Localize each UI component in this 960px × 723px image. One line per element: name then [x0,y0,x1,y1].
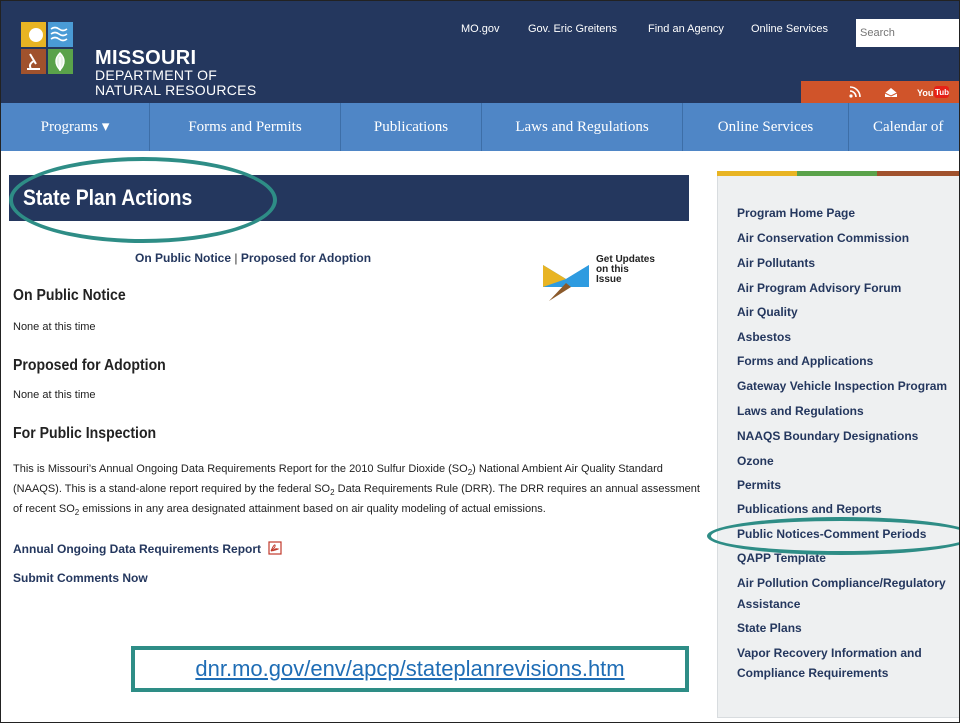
governor-link[interactable]: Gov. Eric Greitens [528,23,617,35]
pdf-icon[interactable] [268,541,282,555]
site-header: MISSOURI DEPARTMENT OF NATURAL RESOURCES… [1,1,959,103]
section-heading-on-public-notice: On Public Notice [13,287,126,304]
email-icon[interactable] [873,81,909,103]
sun-logo-tile-icon [21,22,46,47]
rss-icon[interactable] [837,81,873,103]
sidebar-item-laws-and-regulations[interactable]: Laws and Regulations [737,403,864,419]
sidebar-item-compliance-assistance-line1[interactable]: Air Pollution Compliance/Regulatory [737,575,946,591]
sidebar-item-publications-and-reports[interactable]: Publications and Reports [737,501,882,517]
search-input[interactable] [856,19,959,47]
org-name: MISSOURI DEPARTMENT OF NATURAL RESOURCES [95,47,257,98]
svg-text:You: You [917,88,933,98]
svg-text:Tube: Tube [935,88,949,97]
sidebar-item-vapor-recovery-line2[interactable]: Compliance Requirements [737,665,888,681]
org-name-line1: MISSOURI [95,47,197,69]
public-notices-highlight-oval [707,517,959,555]
nav-calendar[interactable]: Calendar of [849,103,959,151]
sidebar-item-permits[interactable]: Permits [737,477,781,493]
submit-comments-link[interactable]: Submit Comments Now [13,571,148,585]
main-navigation: Programs ▾ Forms and Permits Publication… [1,103,959,151]
section-heading-for-public-inspection: For Public Inspection [13,425,157,442]
org-name-line3: NATURAL RESOURCES [95,82,257,98]
mo-gov-link[interactable]: MO.gov [461,23,500,35]
public-inspection-paragraph: This is Missouri’s Annual Ongoing Data R… [13,461,703,522]
annual-report-link-label[interactable]: Annual Ongoing Data Requirements Report [13,542,261,556]
sidebar-item-air-quality[interactable]: Air Quality [737,304,798,320]
annual-report-link[interactable]: Annual Ongoing Data Requirements Report [13,541,282,556]
sidebar-item-program-home[interactable]: Program Home Page [737,205,855,221]
nav-publications[interactable]: Publications [341,103,482,151]
youtube-icon[interactable]: YouTube [911,81,955,103]
sidebar-item-gateway-vehicle-inspection[interactable]: Gateway Vehicle Inspection Program [737,378,947,394]
sidebar-color-stripe [717,171,959,176]
microscope-logo-tile-icon [21,49,46,74]
link-separator: | [234,251,238,265]
para-part-a: This is Missouri’s Annual Ongoing Data R… [13,463,468,475]
find-agency-link[interactable]: Find an Agency [648,23,724,35]
browser-page: MISSOURI DEPARTMENT OF NATURAL RESOURCES… [0,0,960,723]
nav-forms-and-permits[interactable]: Forms and Permits [150,103,341,151]
sidebar-item-air-program-advisory-forum[interactable]: Air Program Advisory Forum [737,280,901,296]
online-services-top-link[interactable]: Online Services [751,23,828,35]
sidebar-item-asbestos[interactable]: Asbestos [737,329,791,345]
water-logo-tile-icon [48,22,73,47]
sidebar-item-state-plans[interactable]: State Plans [737,620,802,636]
sidebar-item-air-pollutants[interactable]: Air Pollutants [737,255,815,271]
sidebar-item-naaqs-boundary-designations[interactable]: NAAQS Boundary Designations [737,428,918,444]
on-public-notice-link[interactable]: On Public Notice [135,251,231,265]
proposed-for-adoption-text: None at this time [13,389,96,401]
title-highlight-oval [9,157,277,243]
sidebar-item-ozone[interactable]: Ozone [737,453,774,469]
leaf-logo-tile-icon [48,49,73,74]
section-heading-proposed-for-adoption: Proposed for Adoption [13,357,166,374]
sidebar-item-compliance-assistance-line2[interactable]: Assistance [737,596,800,612]
sidebar-item-forms-and-applications[interactable]: Forms and Applications [737,353,873,369]
sidebar-item-vapor-recovery-line1[interactable]: Vapor Recovery Information and [737,645,922,661]
org-name-line2: DEPARTMENT OF [95,67,218,83]
on-public-notice-text: None at this time [13,321,96,333]
state-plan-url[interactable]: dnr.mo.gov/env/apcp/stateplanrevisions.h… [195,656,624,682]
proposed-for-adoption-link[interactable]: Proposed for Adoption [241,251,371,265]
url-callout-box: dnr.mo.gov/env/apcp/stateplanrevisions.h… [131,646,689,692]
para-part-d: emissions in any area designated attainm… [79,503,546,516]
get-updates-label[interactable]: Get Updates on this Issue [596,255,656,285]
nav-programs[interactable]: Programs ▾ [1,103,150,151]
nav-laws-and-regulations[interactable]: Laws and Regulations [482,103,683,151]
get-updates-envelope-icon[interactable] [543,257,589,301]
quick-links: On Public Notice | Proposed for Adoption [135,251,371,265]
sidebar-item-air-conservation-commission[interactable]: Air Conservation Commission [737,230,909,246]
nav-online-services[interactable]: Online Services [683,103,849,151]
